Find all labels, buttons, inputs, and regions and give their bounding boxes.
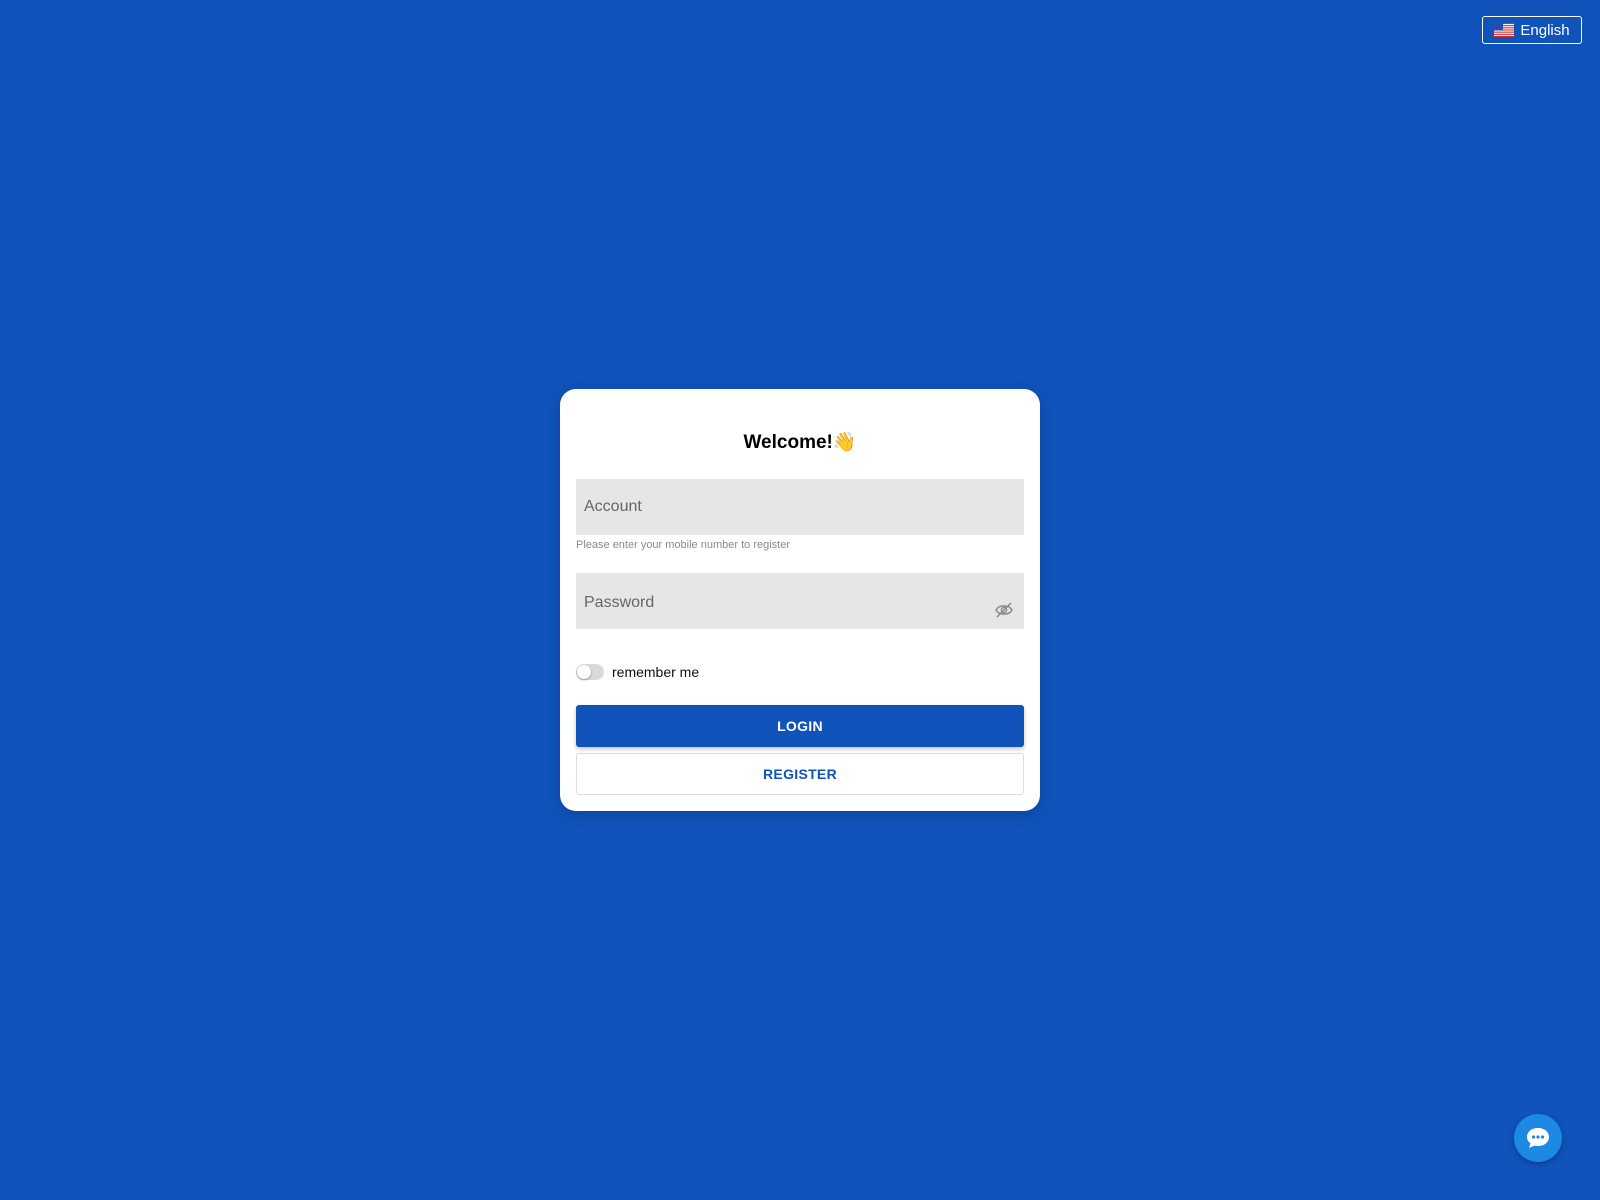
- account-field[interactable]: [576, 479, 1024, 535]
- chat-button[interactable]: [1514, 1114, 1562, 1162]
- account-input[interactable]: [576, 479, 1024, 535]
- password-input[interactable]: [576, 573, 1024, 629]
- login-page: English Welcome!👋 Please enter your mobi…: [0, 0, 1600, 1200]
- remember-me: remember me: [576, 664, 699, 680]
- language-selector[interactable]: English: [1482, 16, 1582, 44]
- eye-off-icon[interactable]: [994, 601, 1014, 619]
- remember-toggle[interactable]: [576, 664, 604, 680]
- login-card: Welcome!👋 Please enter your mobile numbe…: [560, 389, 1040, 811]
- remember-label: remember me: [612, 664, 700, 680]
- chat-bubble-icon: [1527, 1128, 1549, 1148]
- language-label: English: [1520, 21, 1570, 39]
- login-button[interactable]: LOGIN: [576, 705, 1024, 747]
- password-field[interactable]: [576, 573, 1024, 629]
- account-hint: Please enter your mobile number to regis…: [576, 539, 790, 551]
- us-flag-icon: [1494, 23, 1515, 37]
- welcome-title: Welcome!👋: [743, 432, 857, 453]
- toggle-knob: [577, 665, 591, 679]
- register-button[interactable]: REGISTER: [576, 753, 1024, 795]
